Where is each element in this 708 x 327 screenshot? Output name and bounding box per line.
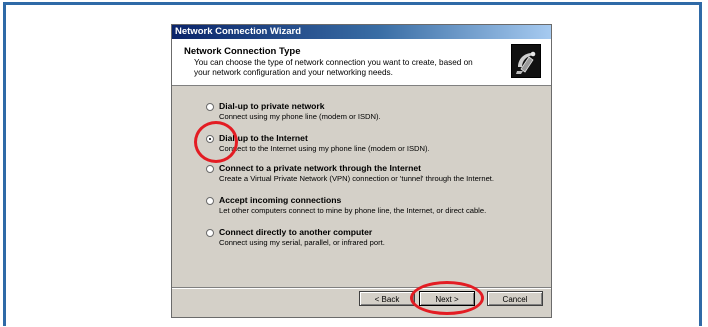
option-description: Connect using my phone line (modem or IS… (219, 112, 381, 121)
option-label: Dial-up to private network (219, 101, 325, 111)
option-description: Connect using my serial, parallel, or in… (219, 238, 385, 247)
header-title: Network Connection Type (184, 46, 301, 57)
option-description: Create a Virtual Private Network (VPN) c… (219, 174, 495, 183)
radio-vpn[interactable] (206, 165, 214, 173)
back-button[interactable]: < Back (359, 291, 415, 306)
network-connection-wizard-dialog: Network Connection Wizard Network Connec… (171, 24, 552, 318)
radio-direct-connect[interactable] (206, 229, 214, 237)
option-label: Connect to a private network through the… (219, 163, 421, 173)
footer-divider (172, 287, 551, 289)
network-wizard-icon (511, 44, 541, 78)
radio-accept-incoming[interactable] (206, 197, 214, 205)
option-description: Let other computers connect to mine by p… (219, 206, 487, 215)
radio-dialup-private[interactable] (206, 103, 214, 111)
option-label: Accept incoming connections (219, 195, 342, 205)
option-description: Connect to the Internet using my phone l… (219, 144, 430, 153)
cancel-button[interactable]: Cancel (487, 291, 543, 306)
window-title: Network Connection Wizard (172, 25, 551, 39)
radio-dialup-internet[interactable] (206, 135, 214, 143)
option-label: Connect directly to another computer (219, 227, 373, 237)
header-description: You can choose the type of network conne… (194, 58, 473, 77)
next-button[interactable]: Next > (419, 291, 475, 306)
option-label: Dial-up to the Internet (219, 133, 308, 143)
wizard-header: Network Connection Type You can choose t… (172, 39, 551, 86)
